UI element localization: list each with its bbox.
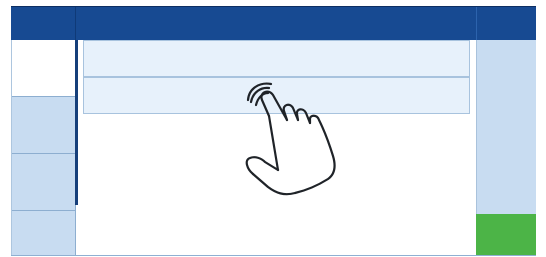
header-left-cell[interactable] (11, 7, 76, 41)
header-bar (11, 6, 536, 41)
screen (0, 0, 546, 257)
left-menu-item-4[interactable] (12, 210, 76, 256)
confirm-button[interactable] (476, 214, 536, 256)
tap-hand-icon (245, 82, 336, 196)
list-item[interactable] (83, 40, 470, 77)
left-menu (11, 40, 76, 256)
left-menu-item-2[interactable] (12, 96, 76, 154)
left-menu-item-1[interactable] (12, 40, 76, 96)
header-divider (476, 7, 477, 41)
left-menu-item-3[interactable] (12, 153, 76, 211)
bottom-border (11, 255, 536, 256)
